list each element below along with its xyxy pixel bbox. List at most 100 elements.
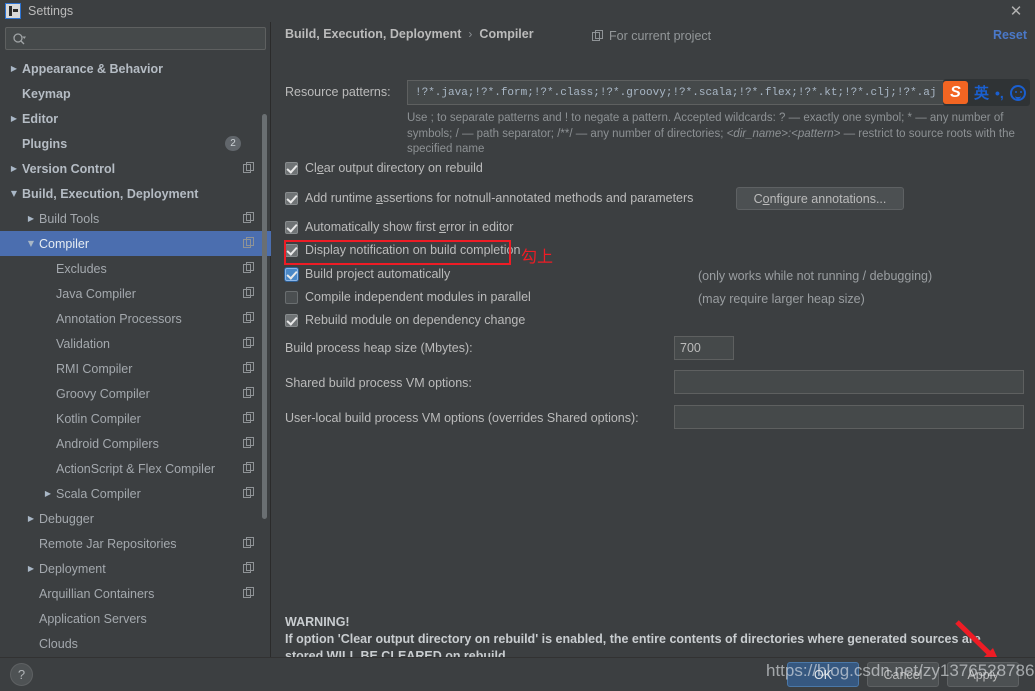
checkbox-row-build-project-automatically[interactable]: Build project automatically [285,267,450,281]
sidebar-item-label: Groovy Compiler [56,386,150,401]
checkbox-build-project-automatically[interactable] [285,267,298,281]
sidebar-item-build-tools[interactable]: ▶ Build Tools [0,206,271,231]
project-scope-icon [243,487,254,498]
sidebar-item-debugger[interactable]: ▶ Debugger [0,506,271,531]
chevron-down-icon[interactable]: ▼ [23,239,39,248]
checkbox-row-add-runtime-assertions-for-notnull-annotated-methods-and-parameters[interactable]: Add runtime assertions for notnull-annot… [285,191,693,205]
sidebar-item-keymap[interactable]: Keymap [0,81,271,106]
chevron-down-icon[interactable]: ▼ [6,189,22,198]
sidebar-item-build-execution-deployment[interactable]: ▼ Build, Execution, Deployment [0,181,271,206]
checkbox-hint-build-project-automatically: (only works while not running / debuggin… [698,269,933,283]
breadcrumb-parent[interactable]: Build, Execution, Deployment [285,27,461,41]
configure-annotations-post: nfigure annotations... [769,191,887,206]
checkbox-rebuild-module-on-dependency-change[interactable] [285,313,298,327]
sidebar-item-label: Build Tools [39,211,100,226]
project-scope-icon [243,212,254,223]
sogou-logo-icon[interactable]: S [943,81,968,104]
checkbox-row-rebuild-module-on-dependency-change[interactable]: Rebuild module on dependency change [285,313,525,327]
checkbox-row-automatically-show-first-error-in-editor[interactable]: Automatically show first error in editor [285,220,513,234]
chevron-right-icon[interactable]: ▶ [23,214,39,223]
checkbox-add-runtime-assertions-for-notnull-annotated-methods-and-parameters[interactable] [285,191,298,205]
sidebar-item-arquillian-containers[interactable]: Arquillian Containers [0,581,271,606]
chevron-right-icon[interactable]: ▶ [23,564,39,573]
sidebar-item-label: Clouds [39,636,78,651]
sidebar-item-application-servers[interactable]: Application Servers [0,606,271,631]
checkbox-row-display-notification-on-build-completion[interactable]: Display notification on build completion [285,243,520,257]
sidebar-item-appearance-behavior[interactable]: ▶ Appearance & Behavior [0,56,271,81]
resource-patterns-field[interactable]: !?*.java;!?*.form;!?*.class;!?*.groovy;!… [407,80,1023,105]
sidebar-item-rmi-compiler[interactable]: RMI Compiler [0,356,271,381]
checkbox-row-clear-output-directory-on-rebuild[interactable]: Clear output directory on rebuild [285,161,483,175]
checkbox-compile-independent-modules-in-parallel[interactable] [285,290,298,304]
sidebar-item-clouds[interactable]: Clouds [0,631,271,656]
sidebar-item-excludes[interactable]: Excludes [0,256,271,281]
apply-button[interactable]: Apply [947,662,1019,687]
checkbox-label-clear-output-directory-on-rebuild: Clear output directory on rebuild [305,161,483,175]
dialog-footer: ? OK Cancel Apply [0,657,1035,691]
sidebar-item-actionscript-flex-compiler[interactable]: ActionScript & Flex Compiler [0,456,271,481]
smiley-icon[interactable] [1009,84,1026,101]
sidebar-item-version-control[interactable]: ▶ Version Control [0,156,271,181]
sidebar-item-groovy-compiler[interactable]: Groovy Compiler [0,381,271,406]
checkbox-row-compile-independent-modules-in-parallel[interactable]: Compile independent modules in parallel [285,290,531,304]
sidebar-item-deployment[interactable]: ▶ Deployment [0,556,271,581]
sidebar-item-kotlin-compiler[interactable]: Kotlin Compiler [0,406,271,431]
sidebar-item-android-compilers[interactable]: Android Compilers [0,431,271,456]
chevron-right-icon[interactable]: ▶ [6,64,22,73]
field-label-user-local-build-process-vm-options-overrides-shared-options: User-local build process VM options (ove… [285,411,639,425]
sidebar-item-java-compiler[interactable]: Java Compiler [0,281,271,306]
checkbox-clear-output-directory-on-rebuild[interactable] [285,161,298,175]
sidebar-item-remote-jar-repositories[interactable]: Remote Jar Repositories [0,531,271,556]
sidebar-item-editor[interactable]: ▶ Editor [0,106,271,131]
window-title: Settings [28,4,74,18]
project-scope-icon [243,337,254,348]
sidebar-item-compiler[interactable]: ▼ Compiler [0,231,271,256]
sidebar-item-scala-compiler[interactable]: ▶ Scala Compiler [0,481,271,506]
sidebar-item-label: RMI Compiler [56,361,133,376]
sidebar-item-annotation-processors[interactable]: Annotation Processors [0,306,271,331]
chevron-right-icon[interactable]: ▶ [6,114,22,123]
ime-language-mode[interactable]: 英 [974,82,989,103]
checkbox-automatically-show-first-error-in-editor[interactable] [285,220,298,234]
ok-button[interactable]: OK [787,662,859,687]
status-badge: 2 [225,136,241,151]
project-scope-icon [243,237,254,248]
field-input-shared-build-process-vm-options[interactable] [674,370,1024,394]
chevron-right-icon[interactable]: ▶ [6,164,22,173]
configure-annotations-button[interactable]: Configure annotations... [736,187,904,210]
sidebar-item-label: Android Compilers [56,436,159,451]
sidebar-item-label: Kotlin Compiler [56,411,141,426]
field-input-build-process-heap-size-mbytes[interactable] [674,336,734,360]
search-input[interactable] [26,31,265,46]
sidebar-scrollbar[interactable] [262,114,267,519]
label-mnemonic: e [316,161,324,175]
resource-patterns-value[interactable]: !?*.java;!?*.form;!?*.class;!?*.groovy;!… [408,87,1004,99]
title-bar: Settings ✕ [0,0,1035,22]
checkbox-display-notification-on-build-completion[interactable] [285,243,298,257]
project-scope-label: For current project [592,29,711,43]
search-box[interactable] [5,27,266,50]
project-scope-icon [243,562,254,573]
sidebar-item-label: Version Control [22,161,116,176]
chevron-right-icon[interactable]: ▶ [23,514,39,523]
sidebar-item-validation[interactable]: Validation [0,331,271,356]
help-button[interactable]: ? [10,663,33,686]
project-scope-icon [243,537,254,548]
cancel-button[interactable]: Cancel [867,662,939,687]
sidebar-item-plugins[interactable]: Plugins 2 [0,131,271,156]
sidebar-item-label: Remote Jar Repositories [39,536,177,551]
project-scope-icon [592,30,603,41]
chevron-right-icon[interactable]: ▶ [40,489,56,498]
ime-punctuation-toggle[interactable]: •, [995,85,1004,101]
reset-link[interactable]: Reset [993,28,1027,42]
field-label-build-process-heap-size-mbytes: Build process heap size (Mbytes): [285,341,473,355]
configure-annotations-mnemonic: o [762,191,770,206]
help-line-2-italic: <dir_name>:<pattern> [726,127,841,140]
sogou-ime-toolbar[interactable]: S 英 •, [943,79,1030,106]
label-part-pre: Build project automatically [305,267,451,281]
project-scope-icon [243,162,254,173]
field-input-user-local-build-process-vm-options-overrides-shared-options[interactable] [674,405,1024,429]
breadcrumb: Build, Execution, Deployment › Compiler [285,27,534,41]
close-icon[interactable]: ✕ [1007,2,1025,20]
project-scope-icon [243,587,254,598]
